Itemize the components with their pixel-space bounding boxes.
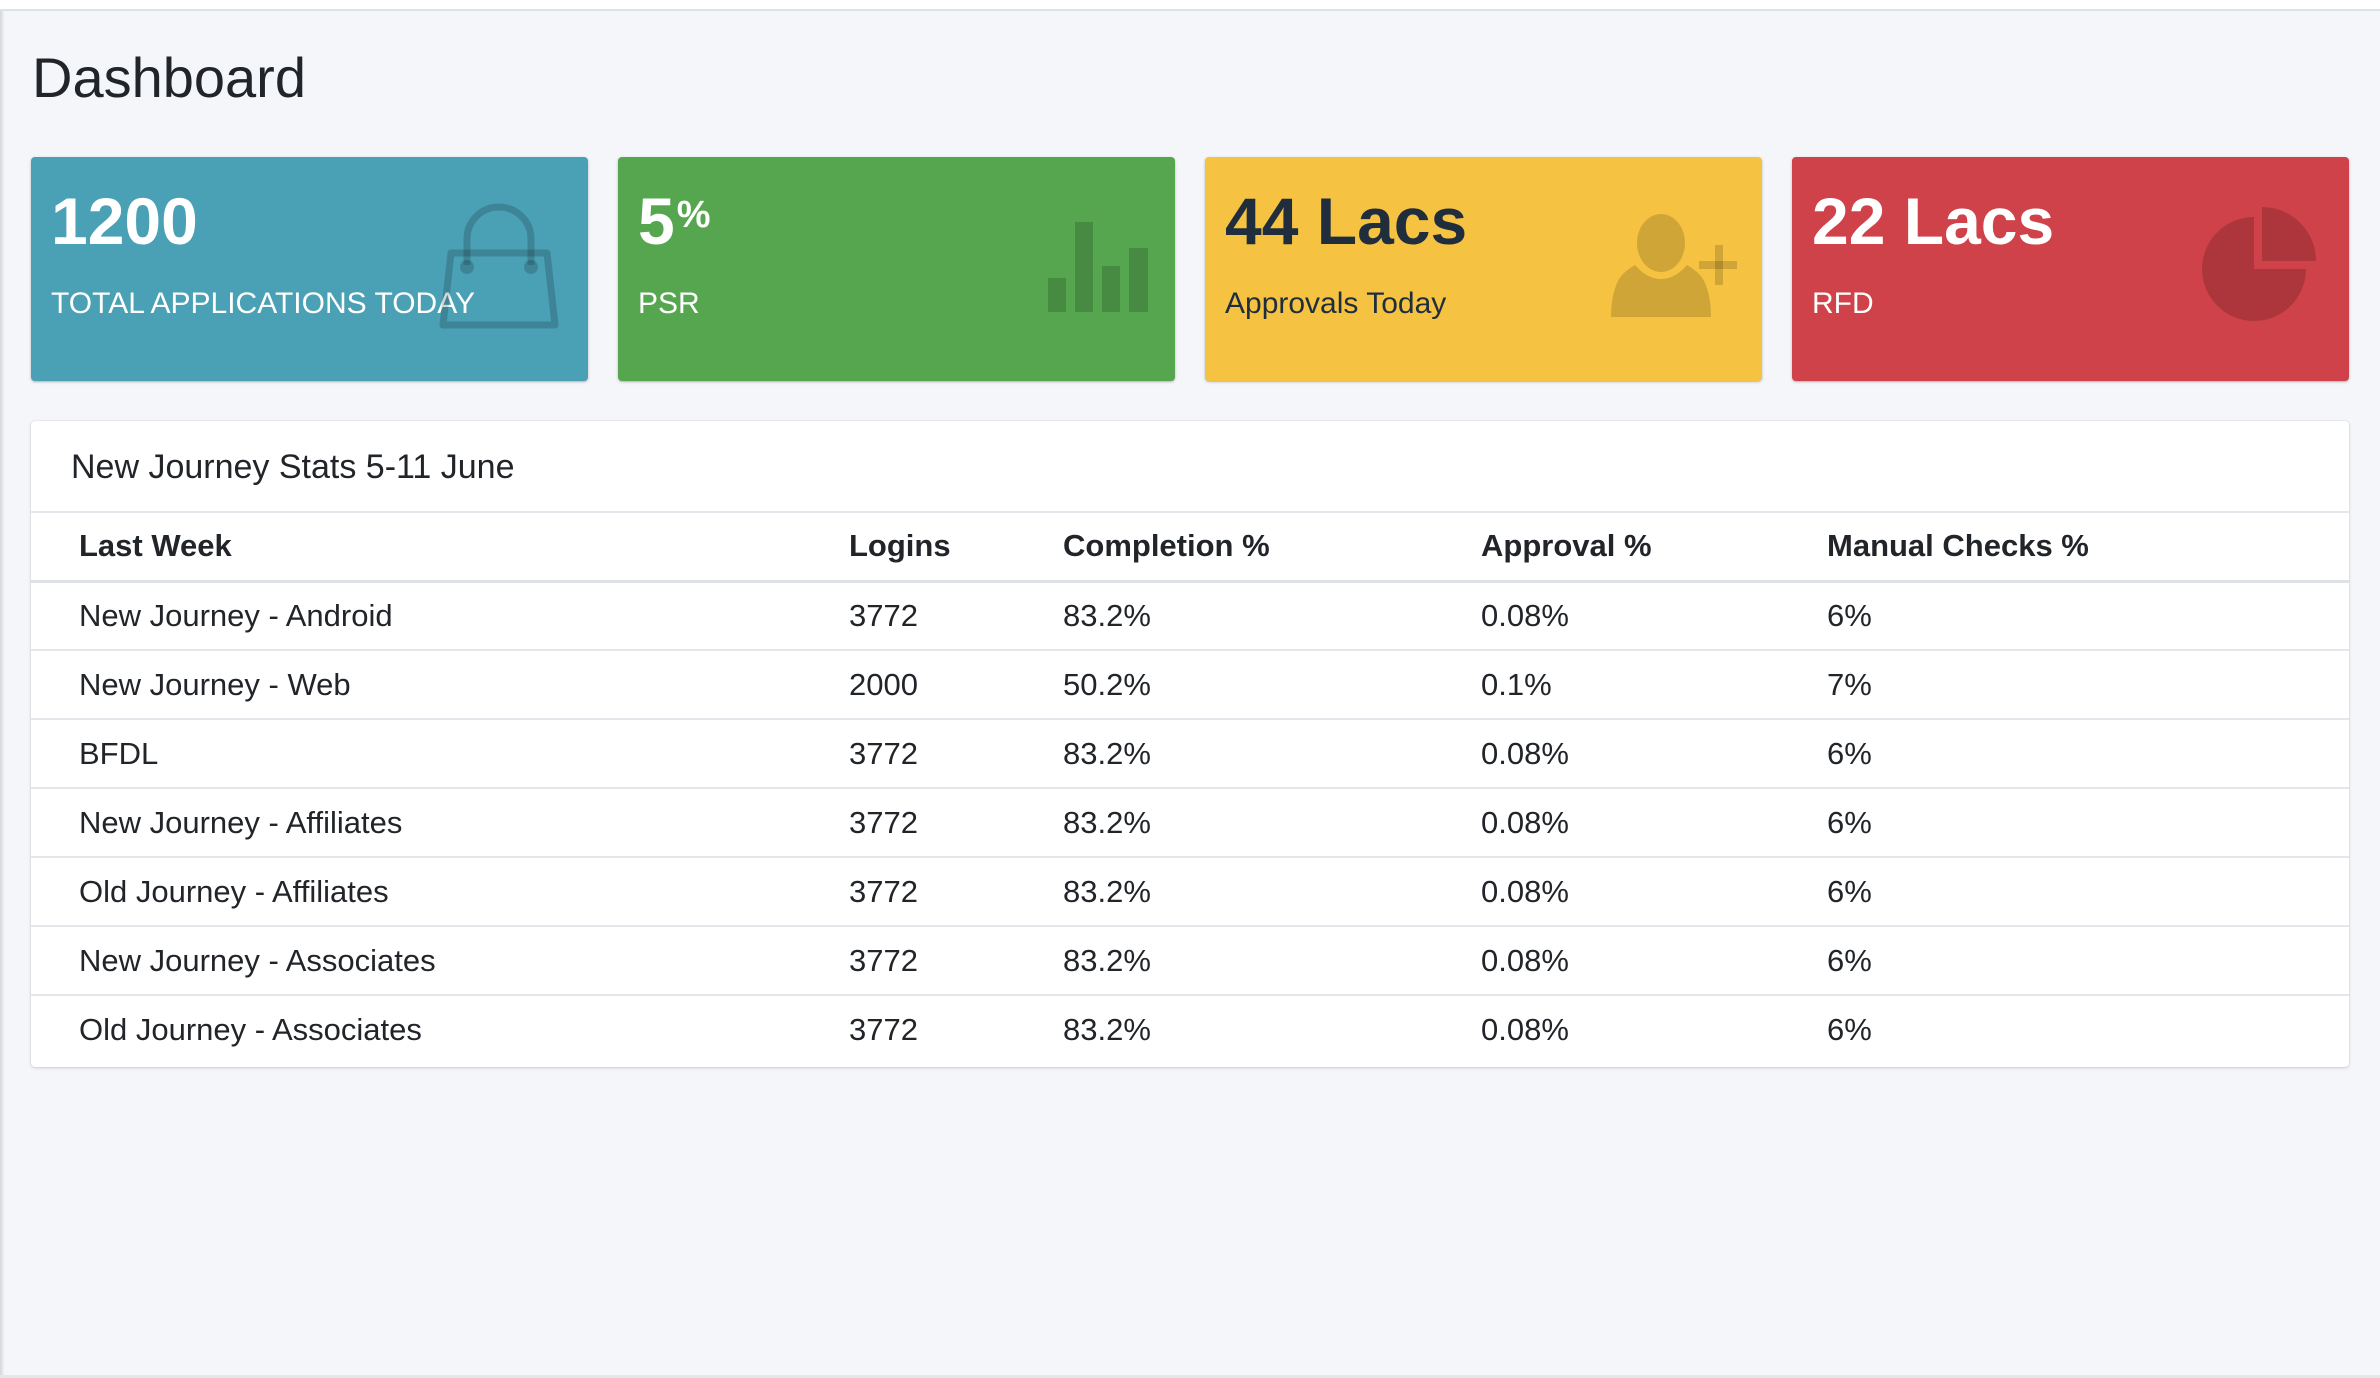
column-header-completion: Completion % <box>1015 513 1433 583</box>
dashboard-page: Dashboard 1200 TOTAL APPLICATIONS TODAY … <box>0 0 2380 1378</box>
stat-box-approvals-today[interactable]: 44 Lacs Approvals Today <box>1205 157 1762 381</box>
cell-manual-checks: 6% <box>1779 788 2349 858</box>
cell-manual-checks: 6% <box>1779 719 2349 789</box>
cell-journey: Old Journey - Associates <box>79 1012 422 1047</box>
cell-journey: New Journey - Associates <box>31 926 801 996</box>
user-plus-icon <box>1611 214 1737 317</box>
cell-approval: 0.08% <box>1481 1012 1569 1047</box>
cell-journey: New Journey - Web <box>31 650 801 720</box>
journey-stats-card: New Journey Stats 5-11 June Last Week Lo… <box>31 421 2349 1067</box>
cell-completion: 83.2% <box>1015 857 1433 927</box>
cell-approval: 0.08% <box>1433 788 1779 858</box>
column-header-approval: Approval % <box>1433 513 1779 583</box>
table-row: New Journey - Android 3772 83.2% 0.08% 6… <box>31 581 2349 651</box>
cell-manual-checks: 6% <box>1779 857 2349 927</box>
column-header-last-week: Last Week <box>31 513 801 583</box>
cell-logins: 3772 <box>801 857 1015 927</box>
cell-completion: 83.2% <box>1015 788 1433 858</box>
stat-value: 44 Lacs <box>1225 184 1468 258</box>
table-row: New Journey - Associates 3772 83.2% 0.08… <box>31 926 2349 996</box>
column-header-manual-checks: Manual Checks % <box>1779 513 2349 583</box>
cell-completion: 83.2% <box>1015 719 1433 789</box>
cell-completion: 50.2% <box>1015 650 1433 720</box>
shopping-bag-icon <box>439 203 559 329</box>
cell-journey: New Journey - Affiliates <box>31 788 801 858</box>
stat-value: 5% <box>638 184 711 258</box>
table-row: Old Journey - Associates 3772 83.2% 0.08… <box>31 995 2349 1064</box>
table-row: New Journey - Web 2000 50.2% 0.1% 7% <box>31 650 2349 720</box>
stat-value: 22 Lacs <box>1812 184 2055 258</box>
cell-manual-checks: 6% <box>1827 1012 1872 1047</box>
column-header-logins: Logins <box>801 513 1015 583</box>
cell-journey: New Journey - Android <box>31 581 801 651</box>
cell-approval: 0.1% <box>1433 650 1779 720</box>
cell-completion: 83.2% <box>1015 926 1433 996</box>
stat-box-rfd[interactable]: 22 Lacs RFD <box>1792 157 2349 381</box>
stat-label: RFD <box>1812 287 1874 320</box>
table-row: Old Journey - Affiliates 3772 83.2% 0.08… <box>31 857 2349 927</box>
page-title: Dashboard <box>32 46 306 109</box>
cell-manual-checks: 6% <box>1779 581 2349 651</box>
cell-logins: 3772 <box>801 788 1015 858</box>
stat-label: Approvals Today <box>1225 287 1447 320</box>
journey-stats-table: Last Week Logins Completion % Approval %… <box>31 513 2349 1064</box>
cell-logins: 3772 <box>801 581 1015 651</box>
bar-chart-icon <box>1048 222 1148 312</box>
stat-label: TOTAL APPLICATIONS TODAY <box>51 287 476 320</box>
table-header-row: Last Week Logins Completion % Approval %… <box>31 513 2349 583</box>
sidebar-edge <box>0 11 4 1378</box>
cell-manual-checks: 6% <box>1779 926 2349 996</box>
cell-manual-checks: 7% <box>1779 650 2349 720</box>
cell-journey: Old Journey - Affiliates <box>31 857 801 927</box>
cell-completion: 83.2% <box>1063 1012 1151 1047</box>
stat-box-total-applications[interactable]: 1200 TOTAL APPLICATIONS TODAY <box>31 157 588 381</box>
cell-logins: 3772 <box>801 719 1015 789</box>
pie-chart-icon <box>2202 207 2316 321</box>
cell-completion: 83.2% <box>1015 581 1433 651</box>
cell-logins: 2000 <box>801 650 1015 720</box>
cell-logins: 3772 <box>801 926 1015 996</box>
card-title: New Journey Stats 5-11 June <box>31 421 2349 513</box>
cell-logins: 3772 <box>849 1012 918 1047</box>
table-row: BFDL 3772 83.2% 0.08% 6% <box>31 719 2349 789</box>
cell-approval: 0.08% <box>1433 926 1779 996</box>
cell-approval: 0.08% <box>1433 581 1779 651</box>
stat-box-psr[interactable]: 5% PSR <box>618 157 1175 381</box>
cell-approval: 0.08% <box>1433 857 1779 927</box>
top-bar-edge <box>0 0 2380 11</box>
cell-approval: 0.08% <box>1433 719 1779 789</box>
table-row: New Journey - Affiliates 3772 83.2% 0.08… <box>31 788 2349 858</box>
stat-value: 1200 <box>51 184 198 258</box>
cell-journey: BFDL <box>31 719 801 789</box>
stat-label: PSR <box>638 287 700 320</box>
